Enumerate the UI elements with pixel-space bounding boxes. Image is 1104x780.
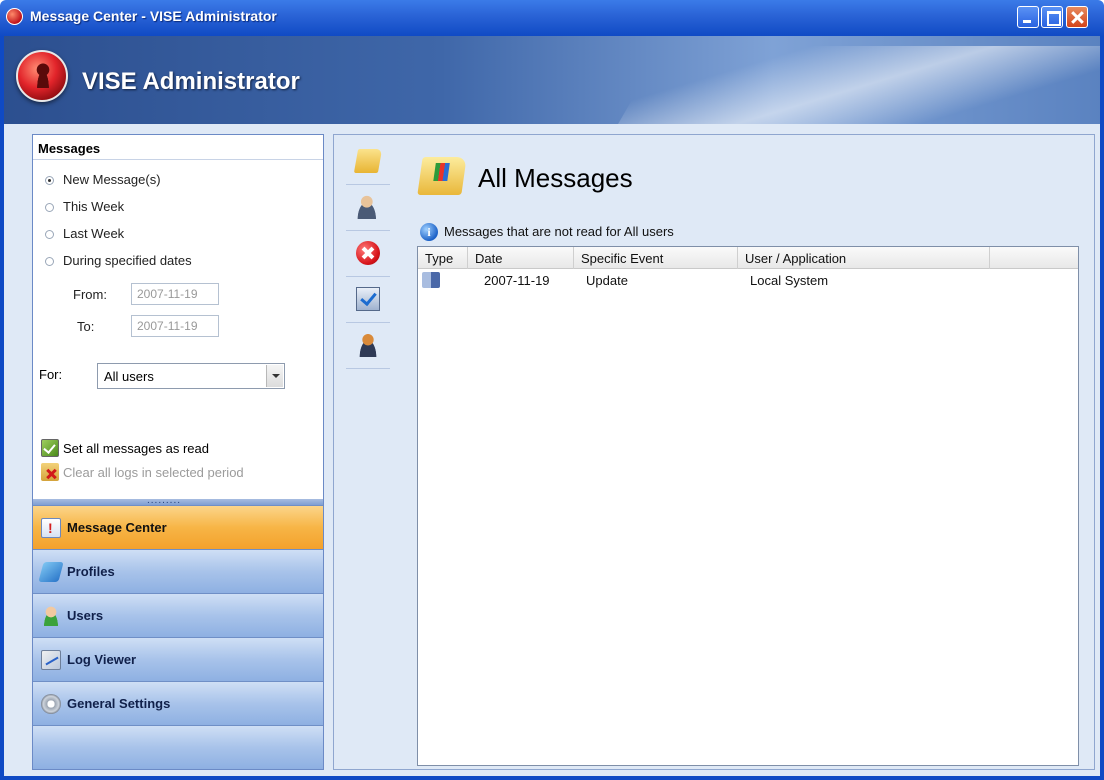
- clear-logs-link[interactable]: Clear all logs in selected period: [41, 463, 244, 481]
- from-label: From:: [73, 287, 107, 302]
- right-panel: All Messages i Messages that are not rea…: [333, 134, 1095, 770]
- person-icon: [356, 333, 380, 357]
- left-panel: Messages New Message(s) This Week Last W…: [32, 134, 324, 770]
- minimize-button[interactable]: [1017, 6, 1039, 28]
- maximize-button[interactable]: [1041, 6, 1063, 28]
- messages-group: Messages New Message(s) This Week Last W…: [33, 135, 323, 499]
- radio-label: This Week: [63, 199, 125, 214]
- to-date-field[interactable]: 2007-11-19: [131, 315, 219, 337]
- tool-user-messages[interactable]: [346, 187, 390, 231]
- clear-logs-label: Clear all logs in selected period: [63, 465, 244, 480]
- set-all-read-link[interactable]: Set all messages as read: [41, 439, 209, 457]
- radio-dot[interactable]: [45, 176, 54, 185]
- nav-label: Profiles: [67, 564, 115, 579]
- users-icon: [41, 606, 61, 626]
- nav-label: General Settings: [67, 696, 171, 711]
- update-icon: [422, 272, 440, 288]
- window-border: [0, 776, 1104, 780]
- check-list-icon: [41, 439, 59, 457]
- error-icon: [356, 241, 380, 265]
- column-header-type[interactable]: Type: [418, 247, 468, 269]
- radio-label: During specified dates: [63, 253, 192, 268]
- radio-label: Last Week: [63, 226, 125, 241]
- column-header-event[interactable]: Specific Event: [574, 247, 738, 269]
- nav-profiles[interactable]: Profiles: [33, 549, 323, 593]
- to-label: To:: [77, 319, 95, 334]
- tool-person[interactable]: [346, 325, 390, 369]
- tool-errors[interactable]: [346, 233, 390, 277]
- main-frame: Messages New Message(s) This Week Last W…: [0, 124, 1104, 780]
- banner-decoration: [616, 46, 1104, 124]
- all-messages-folder-icon: [353, 149, 383, 173]
- radio-new-messages[interactable]: New Message(s): [45, 172, 161, 187]
- content-area: All Messages i Messages that are not rea…: [404, 135, 1094, 769]
- radio-dot[interactable]: [45, 203, 54, 212]
- info-text: Messages that are not read for All users: [444, 224, 674, 239]
- from-date-field[interactable]: 2007-11-19: [131, 283, 219, 305]
- column-header-user[interactable]: User / Application: [738, 247, 990, 269]
- vise-logo-icon: [16, 50, 68, 102]
- chevron-down-icon[interactable]: [266, 365, 283, 387]
- log-viewer-icon: [41, 650, 61, 670]
- radio-label: New Message(s): [63, 172, 161, 187]
- messages-header: Messages: [38, 141, 101, 156]
- for-label: For:: [39, 367, 63, 382]
- profiles-icon: [38, 562, 64, 582]
- radio-dot[interactable]: [45, 230, 54, 239]
- user-question-icon: [356, 195, 380, 219]
- tool-updates[interactable]: [346, 279, 390, 323]
- cell-user: Local System: [750, 273, 829, 288]
- all-messages-folder-icon: [417, 157, 467, 195]
- tool-all-messages[interactable]: [346, 141, 390, 185]
- toolstrip: [334, 135, 402, 769]
- for-user-select[interactable]: All users: [97, 363, 285, 389]
- gear-icon: [41, 694, 61, 714]
- table-header: Type Date Specific Event User / Applicat…: [418, 247, 1078, 269]
- set-all-read-label: Set all messages as read: [63, 441, 209, 456]
- nav-message-center[interactable]: Message Center: [33, 505, 323, 549]
- messages-table[interactable]: Type Date Specific Event User / Applicat…: [417, 246, 1079, 766]
- message-center-icon: [41, 518, 61, 538]
- nav-log-viewer[interactable]: Log Viewer: [33, 637, 323, 681]
- column-header-date[interactable]: Date: [468, 247, 574, 269]
- page-title: All Messages: [478, 163, 633, 193]
- nav-label: Message Center: [67, 520, 167, 535]
- nav-users[interactable]: Users: [33, 593, 323, 637]
- nav-general-settings[interactable]: General Settings: [33, 681, 323, 725]
- table-row[interactable]: 2007-11-19 Update Local System: [418, 269, 1078, 293]
- radio-dot[interactable]: [45, 257, 54, 266]
- cell-date: 2007-11-19: [484, 273, 550, 288]
- app-name: VISE Administrator: [82, 68, 300, 95]
- radio-last-week[interactable]: Last Week: [45, 226, 124, 241]
- nav-label: Users: [67, 608, 104, 623]
- cell-event: Update: [586, 273, 628, 288]
- window-border: [1100, 36, 1104, 780]
- nav-filler: [33, 725, 323, 769]
- window-border: [0, 36, 4, 780]
- app-icon: [6, 8, 23, 25]
- for-select-value: All users: [104, 369, 154, 384]
- nav-label: Log Viewer: [67, 652, 137, 667]
- divider: [33, 159, 323, 160]
- close-button[interactable]: [1066, 6, 1088, 28]
- check-list-icon: [356, 287, 380, 311]
- header-banner: VISE Administrator: [0, 36, 1104, 124]
- radio-this-week[interactable]: This Week: [45, 199, 124, 214]
- info-icon: i: [420, 223, 438, 241]
- radio-specified-dates[interactable]: During specified dates: [45, 253, 192, 268]
- window-title: Message Center - VISE Administrator: [30, 8, 277, 24]
- clear-logs-icon: [41, 463, 59, 481]
